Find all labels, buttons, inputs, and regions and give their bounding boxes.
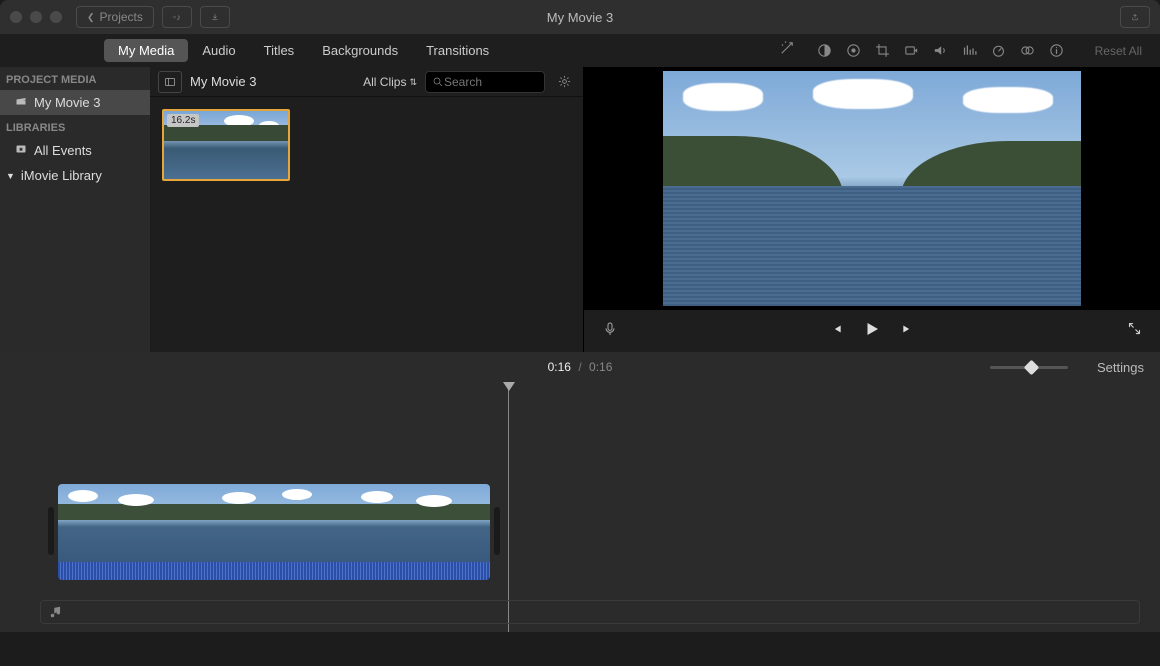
- clip-trim-handle-right[interactable]: [494, 507, 500, 555]
- music-note-icon: [49, 605, 63, 619]
- timecode: 0:16 / 0:16: [548, 360, 613, 374]
- clapper-icon: [14, 95, 28, 110]
- library-sidebar: PROJECT MEDIA My Movie 3 LIBRARIES All E…: [0, 67, 150, 352]
- media-tabs: My Media Audio Titles Backgrounds Transi…: [104, 39, 503, 62]
- fullscreen-button[interactable]: [1127, 321, 1142, 341]
- video-frame: [663, 71, 1081, 306]
- browser-body: 16.2s: [150, 97, 583, 352]
- stabilization-icon[interactable]: [903, 42, 920, 59]
- filmstrip: [58, 484, 490, 562]
- voiceover-button[interactable]: [602, 321, 618, 342]
- secondary-toolbar: My Media Audio Titles Backgrounds Transi…: [0, 34, 1160, 67]
- sidebar-item-label: All Events: [34, 143, 92, 158]
- crop-icon[interactable]: [874, 42, 891, 59]
- browser-settings-button[interactable]: [553, 71, 575, 93]
- titlebar: ❮ Projects ♪ My Movie 3: [0, 0, 1160, 34]
- clip-audio-waveform[interactable]: [58, 562, 490, 580]
- minimize-window-icon[interactable]: [30, 11, 42, 23]
- download-button[interactable]: [200, 6, 230, 28]
- timeline-clip[interactable]: [58, 484, 490, 580]
- clip-filter-icon[interactable]: [1019, 42, 1036, 59]
- zoom-window-icon[interactable]: [50, 11, 62, 23]
- timecode-total: 0:16: [589, 360, 612, 374]
- sidebar-heading-project-media: PROJECT MEDIA: [0, 67, 150, 90]
- clip-filter-dropdown[interactable]: All Clips ⇅: [363, 75, 417, 89]
- search-input[interactable]: [444, 75, 524, 89]
- timeline[interactable]: [0, 382, 1160, 632]
- prev-frame-button[interactable]: [829, 322, 843, 341]
- media-browser: My Movie 3 All Clips ⇅: [150, 67, 584, 352]
- sidebar-heading-libraries: LIBRARIES: [0, 115, 150, 138]
- browser-header: My Movie 3 All Clips ⇅: [150, 67, 583, 97]
- color-balance-icon[interactable]: [816, 42, 833, 59]
- clip-thumbnail[interactable]: 16.2s: [162, 109, 290, 181]
- adjust-toolbar: Reset All: [778, 39, 1160, 62]
- sidebar-item-label: iMovie Library: [21, 168, 102, 183]
- playhead[interactable]: [508, 382, 509, 632]
- updown-icon: ⇅: [409, 78, 417, 86]
- tab-my-media[interactable]: My Media: [104, 39, 188, 62]
- window-controls: [10, 11, 62, 23]
- next-frame-button[interactable]: [901, 322, 915, 341]
- background-audio-track[interactable]: [40, 600, 1140, 624]
- zoom-slider-knob[interactable]: [1024, 359, 1040, 375]
- clip-trim-handle-left[interactable]: [48, 507, 54, 555]
- noise-equalizer-icon[interactable]: [961, 42, 978, 59]
- disclosure-triangle-icon[interactable]: ▼: [6, 171, 15, 181]
- transport-bar: [584, 310, 1160, 352]
- tab-audio[interactable]: Audio: [188, 39, 249, 62]
- projects-button[interactable]: ❮ Projects: [76, 6, 154, 28]
- preview-canvas[interactable]: [584, 67, 1160, 310]
- sidebar-item-all-events[interactable]: All Events: [0, 138, 150, 163]
- tab-transitions[interactable]: Transitions: [412, 39, 503, 62]
- sidebar-item-project[interactable]: My Movie 3: [0, 90, 150, 115]
- projects-label: Projects: [100, 10, 143, 24]
- time-indicator-bar: 0:16 / 0:16 Settings: [0, 352, 1160, 382]
- sidebar-item-imovie-library[interactable]: ▼ iMovie Library: [0, 163, 150, 188]
- sidebar-toggle-button[interactable]: [158, 71, 182, 93]
- share-button[interactable]: [1120, 6, 1150, 28]
- import-media-button[interactable]: ♪: [162, 6, 192, 28]
- timeline-settings-button[interactable]: Settings: [1097, 360, 1144, 375]
- tab-backgrounds[interactable]: Backgrounds: [308, 39, 412, 62]
- search-icon: [432, 76, 444, 88]
- reset-all-button[interactable]: Reset All: [1095, 44, 1142, 58]
- color-correction-icon[interactable]: [845, 42, 862, 59]
- tab-titles[interactable]: Titles: [250, 39, 309, 62]
- breadcrumb: My Movie 3: [190, 74, 256, 89]
- preview-pane: [584, 67, 1160, 352]
- volume-icon[interactable]: [932, 42, 949, 59]
- timecode-current: 0:16: [548, 360, 571, 374]
- search-input-wrapper[interactable]: [425, 71, 545, 93]
- clip-filter-label: All Clips: [363, 75, 406, 89]
- info-icon[interactable]: [1048, 42, 1065, 59]
- star-icon: [14, 143, 28, 158]
- sidebar-item-label: My Movie 3: [34, 95, 100, 110]
- clip-duration-badge: 16.2s: [167, 114, 199, 127]
- timecode-separator: /: [578, 360, 581, 374]
- play-button[interactable]: [863, 320, 881, 343]
- enhance-wand-icon[interactable]: [778, 39, 796, 62]
- speed-icon[interactable]: [990, 42, 1007, 59]
- close-window-icon[interactable]: [10, 11, 22, 23]
- timeline-zoom-slider[interactable]: [990, 366, 1068, 369]
